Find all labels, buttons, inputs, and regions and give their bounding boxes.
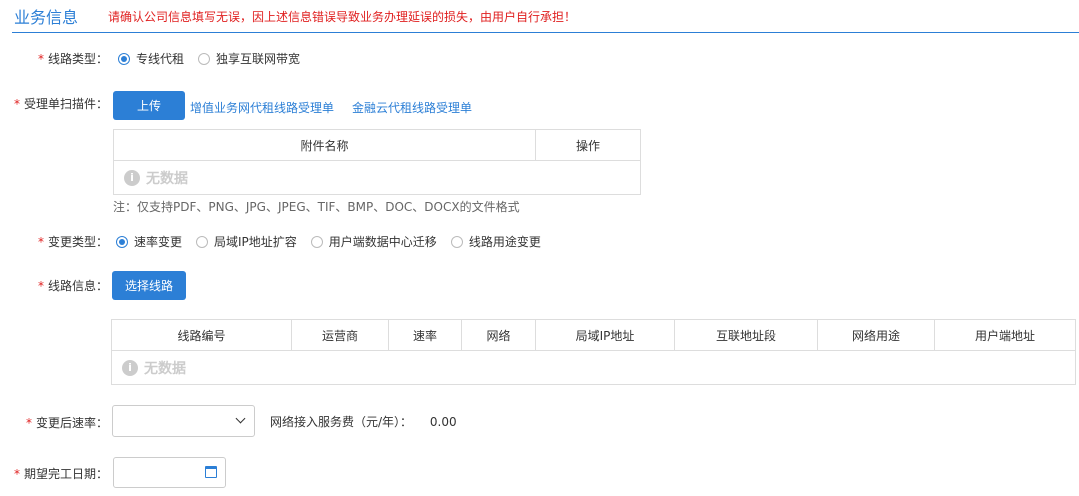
radio-dot[interactable]	[450, 235, 463, 248]
col-carrier: 运营商	[291, 319, 389, 351]
empty-state: i 无数据	[112, 358, 1075, 378]
title-divider	[12, 32, 1079, 33]
format-note: 注：仅支持PDF、PNG、JPG、JPEG、TIF、BMP、DOC、DOCX的文…	[113, 200, 520, 214]
col-network: 网络	[461, 319, 536, 351]
required-mark: *	[37, 52, 44, 66]
rate-label: * 变更后速率：	[25, 416, 108, 430]
date-label: * 期望完工日期：	[13, 467, 108, 481]
col-rate: 速率	[388, 319, 462, 351]
table-header-row: 线路编号 运营商 速率 网络 局域IP地址 互联地址段 网络用途 用户端地址	[111, 319, 1076, 351]
rate-select[interactable]	[112, 405, 255, 437]
col-network-usage: 网络用途	[817, 319, 935, 351]
radio-dot[interactable]	[198, 52, 211, 65]
col-line-number: 线路编号	[111, 319, 292, 351]
line-info-label: * 线路信息：	[37, 279, 108, 293]
col-interconnect-segment: 互联地址段	[674, 319, 818, 351]
col-lan-ip: 局域IP地址	[535, 319, 675, 351]
link-finance-cloud-form[interactable]: 金融云代租线路受理单	[352, 99, 472, 116]
radio-lan-ip-expansion[interactable]: 局域IP地址扩容	[196, 233, 297, 250]
service-fee-value: 0.00	[429, 415, 457, 429]
radio-dedicated-lease[interactable]: 专线代租	[118, 50, 184, 67]
col-user-address: 用户端地址	[934, 319, 1076, 351]
radio-line-usage-change[interactable]: 线路用途变更	[450, 233, 541, 250]
col-actions: 操作	[535, 129, 641, 161]
required-mark: *	[37, 235, 44, 249]
required-mark: *	[13, 467, 20, 481]
radio-dc-migration[interactable]: 用户端数据中心迁移	[310, 233, 437, 250]
service-fee-label: 网络接入服务费（元/年）：	[270, 415, 413, 429]
table-header-row: 附件名称 操作	[113, 129, 641, 161]
change-type-radio-group: 速率变更 局域IP地址扩容 用户端数据中心迁移 线路用途变更	[116, 233, 555, 250]
required-mark: *	[25, 416, 32, 430]
scan-label: * 受理单扫描件：	[13, 97, 108, 111]
chevron-down-icon	[235, 413, 246, 424]
calendar-icon[interactable]	[205, 466, 217, 478]
section-title: 业务信息	[14, 8, 79, 27]
change-type-label: * 变更类型：	[37, 235, 108, 249]
table-row: i 无数据	[113, 160, 641, 195]
radio-rate-change[interactable]: 速率变更	[116, 233, 182, 250]
line-type-label: * 线路类型：	[37, 52, 108, 66]
radio-dot[interactable]	[196, 235, 209, 248]
date-input[interactable]	[113, 457, 226, 488]
table-row: i 无数据	[111, 350, 1076, 385]
empty-state: i 无数据	[114, 168, 640, 188]
col-attachment-name: 附件名称	[113, 129, 536, 161]
upload-button[interactable]: 上传	[113, 91, 185, 120]
radio-exclusive-internet[interactable]: 独享互联网带宽	[198, 50, 300, 67]
radio-dot-checked[interactable]	[116, 235, 128, 248]
info-icon: i	[122, 359, 138, 376]
radio-dot-checked[interactable]	[118, 52, 130, 65]
select-line-button[interactable]: 选择线路	[112, 271, 186, 300]
service-fee: 网络接入服务费（元/年）： 0.00	[270, 413, 457, 430]
warning-text: 请确认公司信息填写无误，因上述信息错误导致业务办理延误的损失，由用户自行承担！	[108, 10, 577, 24]
link-value-added-form[interactable]: 增值业务网代租线路受理单	[190, 99, 334, 116]
info-icon: i	[124, 169, 140, 186]
line-table: 线路编号 运营商 速率 网络 局域IP地址 互联地址段 网络用途 用户端地址 i…	[111, 319, 1076, 385]
required-mark: *	[13, 97, 20, 111]
radio-dot[interactable]	[310, 235, 323, 248]
attachment-table: 附件名称 操作 i 无数据	[113, 129, 641, 195]
required-mark: *	[37, 279, 44, 293]
line-type-radio-group: 专线代租 独享互联网带宽	[118, 50, 314, 67]
